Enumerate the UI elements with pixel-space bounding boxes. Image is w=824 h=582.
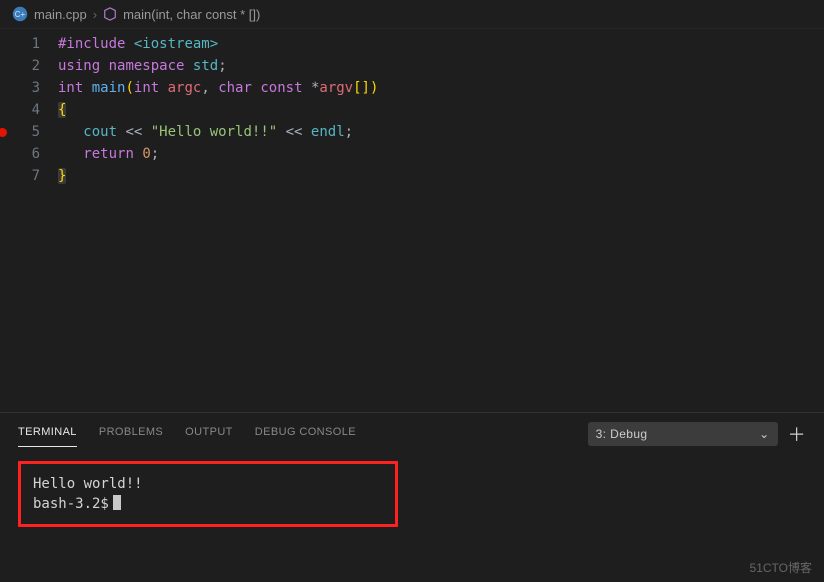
code-area[interactable]: #include <iostream> using namespace std;… (58, 33, 824, 187)
breadcrumb-symbol[interactable]: main(int, char const * []) (123, 7, 260, 22)
breadcrumb-file[interactable]: main.cpp (34, 7, 87, 22)
chevron-down-icon: ⌄ (759, 427, 769, 441)
cpp-file-icon: C+ (12, 6, 28, 22)
new-terminal-button[interactable]: ＋ (788, 421, 806, 447)
terminal-selector[interactable]: 3: Debug ⌄ (588, 422, 778, 446)
chevron-right-icon: › (93, 7, 97, 22)
bottom-panel: TERMINAL PROBLEMS OUTPUT DEBUG CONSOLE 3… (0, 412, 824, 582)
terminal-highlight-box: Hello world!! bash-3.2$ (18, 461, 398, 527)
line-gutter: 1 2 3 4 5 6 7 (0, 33, 58, 187)
breakpoint-icon[interactable] (0, 128, 7, 137)
tab-debug-console[interactable]: DEBUG CONSOLE (255, 422, 356, 446)
terminal-prompt-line: bash-3.2$ (33, 494, 383, 514)
code-editor[interactable]: 1 2 3 4 5 6 7 #include <iostream> using … (0, 29, 824, 187)
tab-problems[interactable]: PROBLEMS (99, 422, 163, 446)
tab-output[interactable]: OUTPUT (185, 422, 233, 446)
symbol-method-icon (103, 7, 117, 21)
terminal-output-line: Hello world!! (33, 474, 383, 494)
panel-tabs: TERMINAL PROBLEMS OUTPUT DEBUG CONSOLE 3… (0, 413, 824, 447)
breadcrumb: C+ main.cpp › main(int, char const * []) (0, 0, 824, 29)
watermark: 51CTO博客 (750, 559, 812, 576)
svg-text:C+: C+ (15, 10, 26, 19)
terminal-selector-label: 3: Debug (596, 427, 648, 441)
terminal-body[interactable]: Hello world!! bash-3.2$ (18, 461, 806, 527)
terminal-cursor (113, 495, 121, 510)
tab-terminal[interactable]: TERMINAL (18, 422, 77, 447)
